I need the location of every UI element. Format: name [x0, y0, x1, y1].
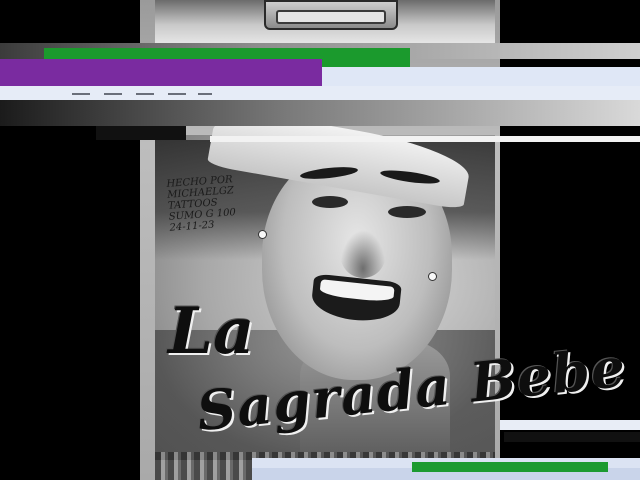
glitch-block-dark: [96, 126, 186, 140]
glitch-dash: [72, 93, 90, 95]
artist-signature: HECHO POR MICHAELGZ TATTOOS SUMO G 100 2…: [166, 174, 237, 234]
glitch-bar-green: [412, 462, 608, 472]
glitch-bar-dark: [504, 432, 640, 442]
screenshot-stage: HECHO POR MICHAELGZ TATTOOS SUMO G 100 2…: [0, 0, 640, 480]
glitch-dash: [104, 93, 122, 95]
glitch-bar-light: [322, 67, 640, 86]
left-eye: [312, 196, 348, 208]
portrait-nose: [340, 230, 386, 278]
glitch-line-white: [210, 136, 640, 142]
glitch-dash: [136, 93, 154, 95]
glitch-bar-light: [0, 86, 640, 100]
glitch-bar-light: [500, 420, 640, 430]
glitch-dash: [168, 93, 186, 95]
left-earring: [258, 230, 267, 239]
glitch-dash: [198, 93, 212, 95]
clipboard-clip: [264, 0, 398, 30]
right-eye: [388, 206, 426, 218]
glitch-bar-gradient: [0, 100, 640, 126]
glitch-block-dark: [0, 126, 96, 146]
script-lettering-title: La: [168, 294, 255, 369]
glitch-bar-purple: [0, 59, 322, 86]
right-earring: [428, 272, 437, 281]
